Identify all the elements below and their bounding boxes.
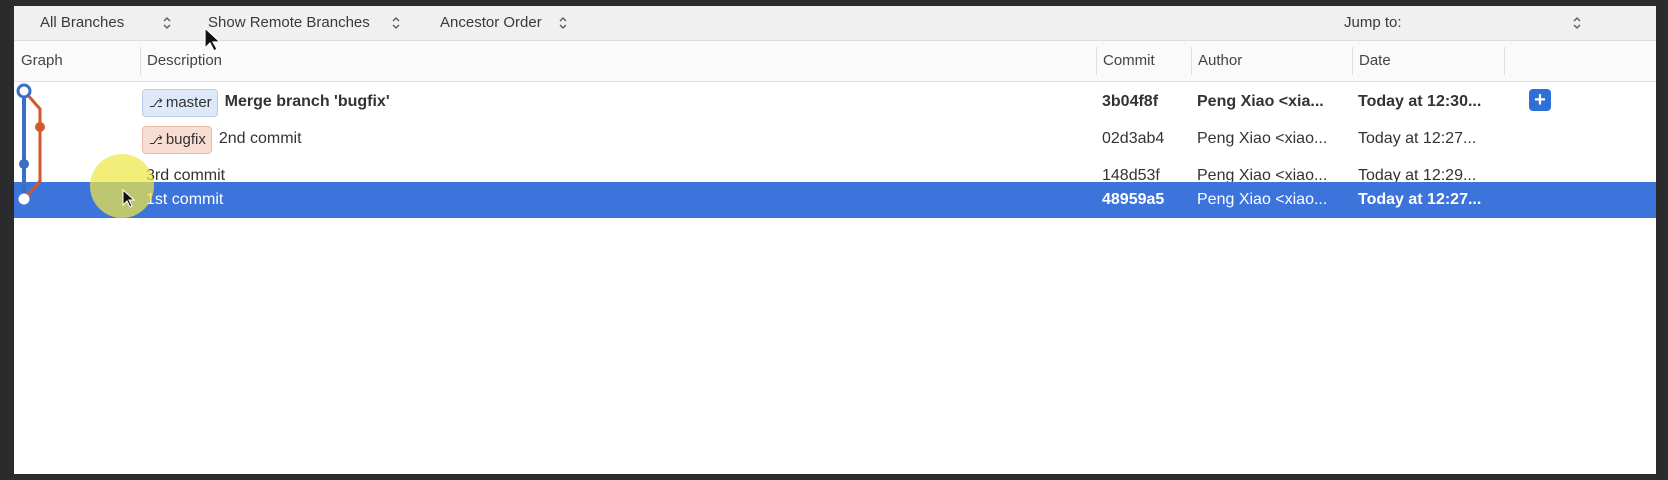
jump-to-label: Jump to:: [1344, 14, 1402, 31]
commit-author: Peng Xiao <xiao...: [1197, 191, 1328, 208]
branch-tag-bugfix[interactable]: ⎇ bugfix: [142, 126, 212, 154]
root-commit-node[interactable]: [18, 193, 30, 205]
commit-graph: [16, 83, 45, 205]
branch-tag-label: master: [165, 94, 212, 111]
merge-commit-node[interactable]: [16, 83, 32, 99]
remote-branches-label: Show Remote Branches: [208, 14, 370, 31]
column-divider: [1504, 47, 1505, 75]
mouse-cursor-icon: [204, 27, 222, 52]
git-history-window: All Branches Show Remote Branches Ancest…: [14, 6, 1656, 474]
order-select[interactable]: Ancestor Order: [440, 14, 568, 31]
column-header: Graph Description Commit Author Date: [14, 41, 1656, 82]
updown-chevron-icon: [1572, 16, 1582, 30]
commit-description: Merge branch 'bugfix': [224, 93, 390, 110]
commit-author: Peng Xiao <xia...: [1197, 93, 1324, 110]
column-commit[interactable]: Commit: [1096, 41, 1155, 81]
toolbar: All Branches Show Remote Branches Ancest…: [14, 6, 1656, 41]
add-icon[interactable]: +: [1529, 89, 1551, 111]
remote-branches-select[interactable]: Show Remote Branches: [208, 14, 401, 31]
commit-row[interactable]: ⎇ master Merge branch 'bugfix' 3b04f8f Pe…: [14, 83, 1656, 121]
order-select-label: Ancestor Order: [440, 14, 542, 31]
commit-description: 1st commit: [146, 191, 224, 208]
bugfix-branch-line: [24, 92, 42, 198]
jump-to-select[interactable]: Jump to:: [1344, 14, 1582, 31]
commit-date: Today at 12:30...: [1358, 93, 1482, 110]
commit-hash: 48959a5: [1102, 191, 1165, 208]
updown-chevron-icon: [162, 16, 172, 30]
commit-date: Today at 12:27...: [1358, 130, 1477, 147]
commit-row[interactable]: ⎇ bugfix 2nd commit 02d3ab4 Peng Xiao <xi…: [14, 120, 1656, 158]
master-commit-node[interactable]: [19, 159, 29, 169]
branches-select[interactable]: All Branches: [40, 14, 172, 31]
branch-icon: ⎇: [149, 96, 163, 110]
branch-tag-master[interactable]: ⎇ master: [142, 89, 218, 117]
column-graph[interactable]: Graph: [14, 41, 63, 81]
updown-chevron-icon: [558, 16, 568, 30]
commit-hash: 02d3ab4: [1102, 130, 1165, 147]
column-author[interactable]: Author: [1191, 41, 1242, 81]
commit-description: 2nd commit: [218, 130, 302, 147]
branch-icon: ⎇: [149, 133, 163, 147]
commit-author: Peng Xiao <xiao...: [1197, 130, 1328, 147]
mouse-cursor-icon: [122, 189, 136, 208]
branch-tag-label: bugfix: [165, 131, 206, 148]
commit-row-selected[interactable]: 1st commit 48959a5 Peng Xiao <xiao... To…: [14, 182, 1656, 218]
bugfix-commit-node[interactable]: [35, 122, 45, 132]
commit-date: Today at 12:27...: [1358, 191, 1482, 208]
commit-hash: 3b04f8f: [1102, 93, 1159, 110]
column-date[interactable]: Date: [1352, 41, 1391, 81]
updown-chevron-icon: [391, 16, 401, 30]
branches-select-label: All Branches: [40, 14, 125, 31]
